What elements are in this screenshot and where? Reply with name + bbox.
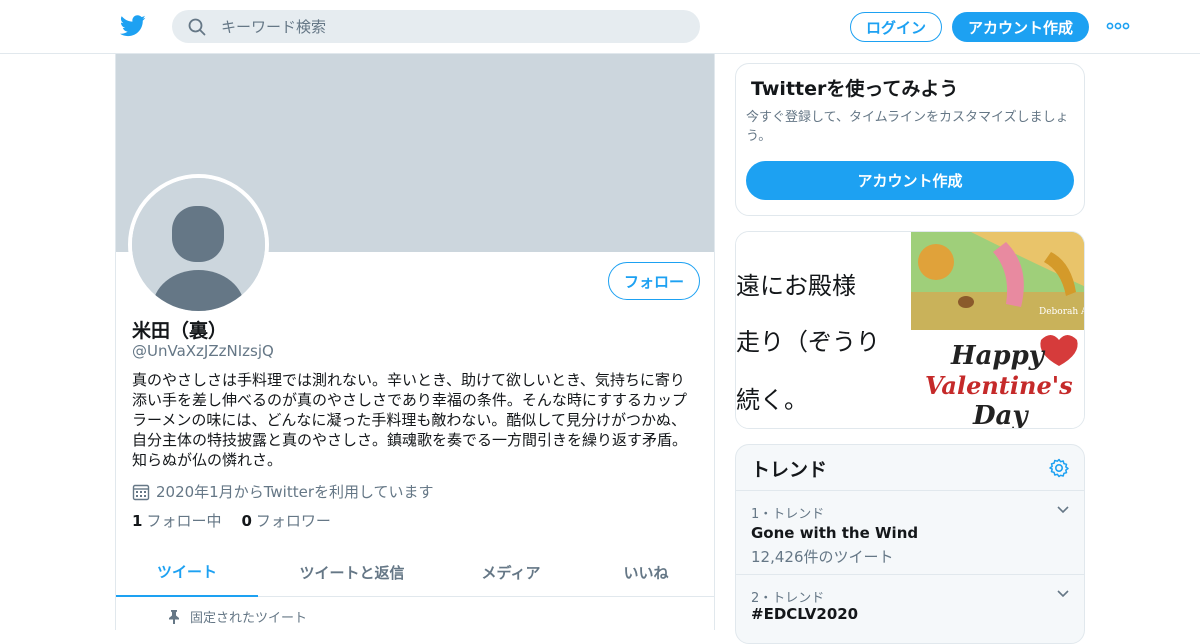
- pin-icon: [169, 609, 179, 624]
- trends-title: トレンド: [751, 459, 828, 481]
- tab-likes[interactable]: いいね: [576, 548, 714, 597]
- trend-meta: 1・トレンド: [751, 507, 825, 522]
- top-navigation-bar: ログイン アカウント作成: [0, 0, 1200, 54]
- chevron-down-icon[interactable]: [1056, 589, 1070, 599]
- trend-name[interactable]: Gone with the Wind: [751, 524, 918, 542]
- media-text-line: 遠にお殿様: [736, 272, 856, 300]
- chevron-down-icon[interactable]: [1056, 505, 1070, 515]
- joined-date: 2020年1月からTwitterを利用しています: [132, 481, 434, 502]
- following-stat[interactable]: 1 フォロー中: [132, 510, 221, 531]
- followers-label: フォロワー: [255, 512, 331, 530]
- profile-handle[interactable]: @UnVaXzJZzNIzsjQ: [132, 342, 274, 360]
- tab-media[interactable]: メディア: [446, 548, 576, 597]
- pinned-tweet-label: 固定されたツイート: [168, 607, 307, 626]
- trend-count: 12,426件のツイート: [751, 548, 894, 566]
- avatar[interactable]: [128, 174, 269, 315]
- followers-count: 0: [241, 512, 252, 530]
- profile-column: フォロー 米田（裏） @UnVaXzJZzNIzsjQ 真のやさしさは手料理では…: [115, 54, 715, 630]
- media-grid-card[interactable]: 遠にお殿様 走り（ぞうり 続く。 Deborah Allwright Happy…: [735, 231, 1085, 429]
- media-image-column[interactable]: Deborah Allwright Happy Valentine's Day: [911, 232, 1085, 429]
- tab-tweets-and-replies[interactable]: ツイートと返信: [258, 548, 446, 597]
- try-card-title: Twitterを使ってみよう: [751, 78, 959, 100]
- valentines-text-happy: Happy: [950, 341, 1046, 371]
- media-text-line: 続く。: [736, 386, 808, 414]
- profile-tabs: ツイート ツイートと返信 メディア いいね: [116, 548, 714, 597]
- search-icon: [188, 18, 206, 35]
- signup-button[interactable]: アカウント作成: [952, 12, 1089, 42]
- login-button[interactable]: ログイン: [850, 12, 942, 42]
- gear-icon[interactable]: [1049, 458, 1069, 478]
- pinned-text: 固定されたツイート: [190, 611, 308, 626]
- following-label: フォロー中: [146, 512, 222, 530]
- search-box[interactable]: [172, 10, 700, 43]
- valentines-text-valentines: Valentine's: [925, 371, 1073, 400]
- trend-item[interactable]: 1・トレンド Gone with the Wind 12,426件のツイート: [736, 491, 1084, 575]
- follow-button[interactable]: フォロー: [608, 262, 700, 300]
- media-text-image[interactable]: 遠にお殿様 走り（ぞうり 続く。: [736, 232, 910, 428]
- trends-header: トレンド: [736, 445, 1084, 491]
- joined-text: 2020年1月からTwitterを利用しています: [156, 483, 434, 501]
- try-twitter-card: Twitterを使ってみよう 今すぐ登録して、タイムラインをカスタマイズしましょ…: [735, 63, 1085, 216]
- tab-tweets[interactable]: ツイート: [116, 548, 258, 597]
- try-card-text: 今すぐ登録して、タイムラインをカスタマイズしましょう。: [746, 110, 1069, 144]
- illustration-caption: Deborah Allwright: [1039, 307, 1085, 317]
- trends-card: トレンド 1・トレンド Gone with the Wind 12,426件のツ…: [735, 444, 1085, 644]
- search-input[interactable]: [221, 17, 691, 36]
- profile-stats: 1 フォロー中 0 フォロワー: [132, 510, 351, 531]
- more-dots-icon[interactable]: [1106, 18, 1130, 34]
- followers-stat[interactable]: 0 フォロワー: [241, 510, 330, 531]
- default-avatar-icon: [132, 178, 265, 311]
- twitter-bird-icon[interactable]: [120, 14, 146, 38]
- trend-item[interactable]: 2・トレンド #EDCLV2020: [736, 575, 1084, 643]
- calendar-icon: [132, 484, 150, 500]
- trend-meta: 2・トレンド: [751, 591, 825, 606]
- valentines-text-day: Day: [972, 401, 1029, 429]
- valentines-image[interactable]: Happy Valentine's Day: [911, 330, 1085, 429]
- profile-bio: 真のやさしさは手料理では測れない。辛いとき、助けて欲しいとき、気持ちに寄り添い手…: [132, 371, 688, 469]
- media-text-line: 走り（ぞうり: [736, 328, 880, 356]
- following-count: 1: [132, 512, 143, 530]
- illustration-image[interactable]: Deborah Allwright: [911, 232, 1085, 330]
- trend-name[interactable]: #EDCLV2020: [751, 605, 858, 623]
- sidebar-signup-button[interactable]: アカウント作成: [746, 161, 1074, 200]
- profile-name: 米田（裏）: [132, 320, 228, 342]
